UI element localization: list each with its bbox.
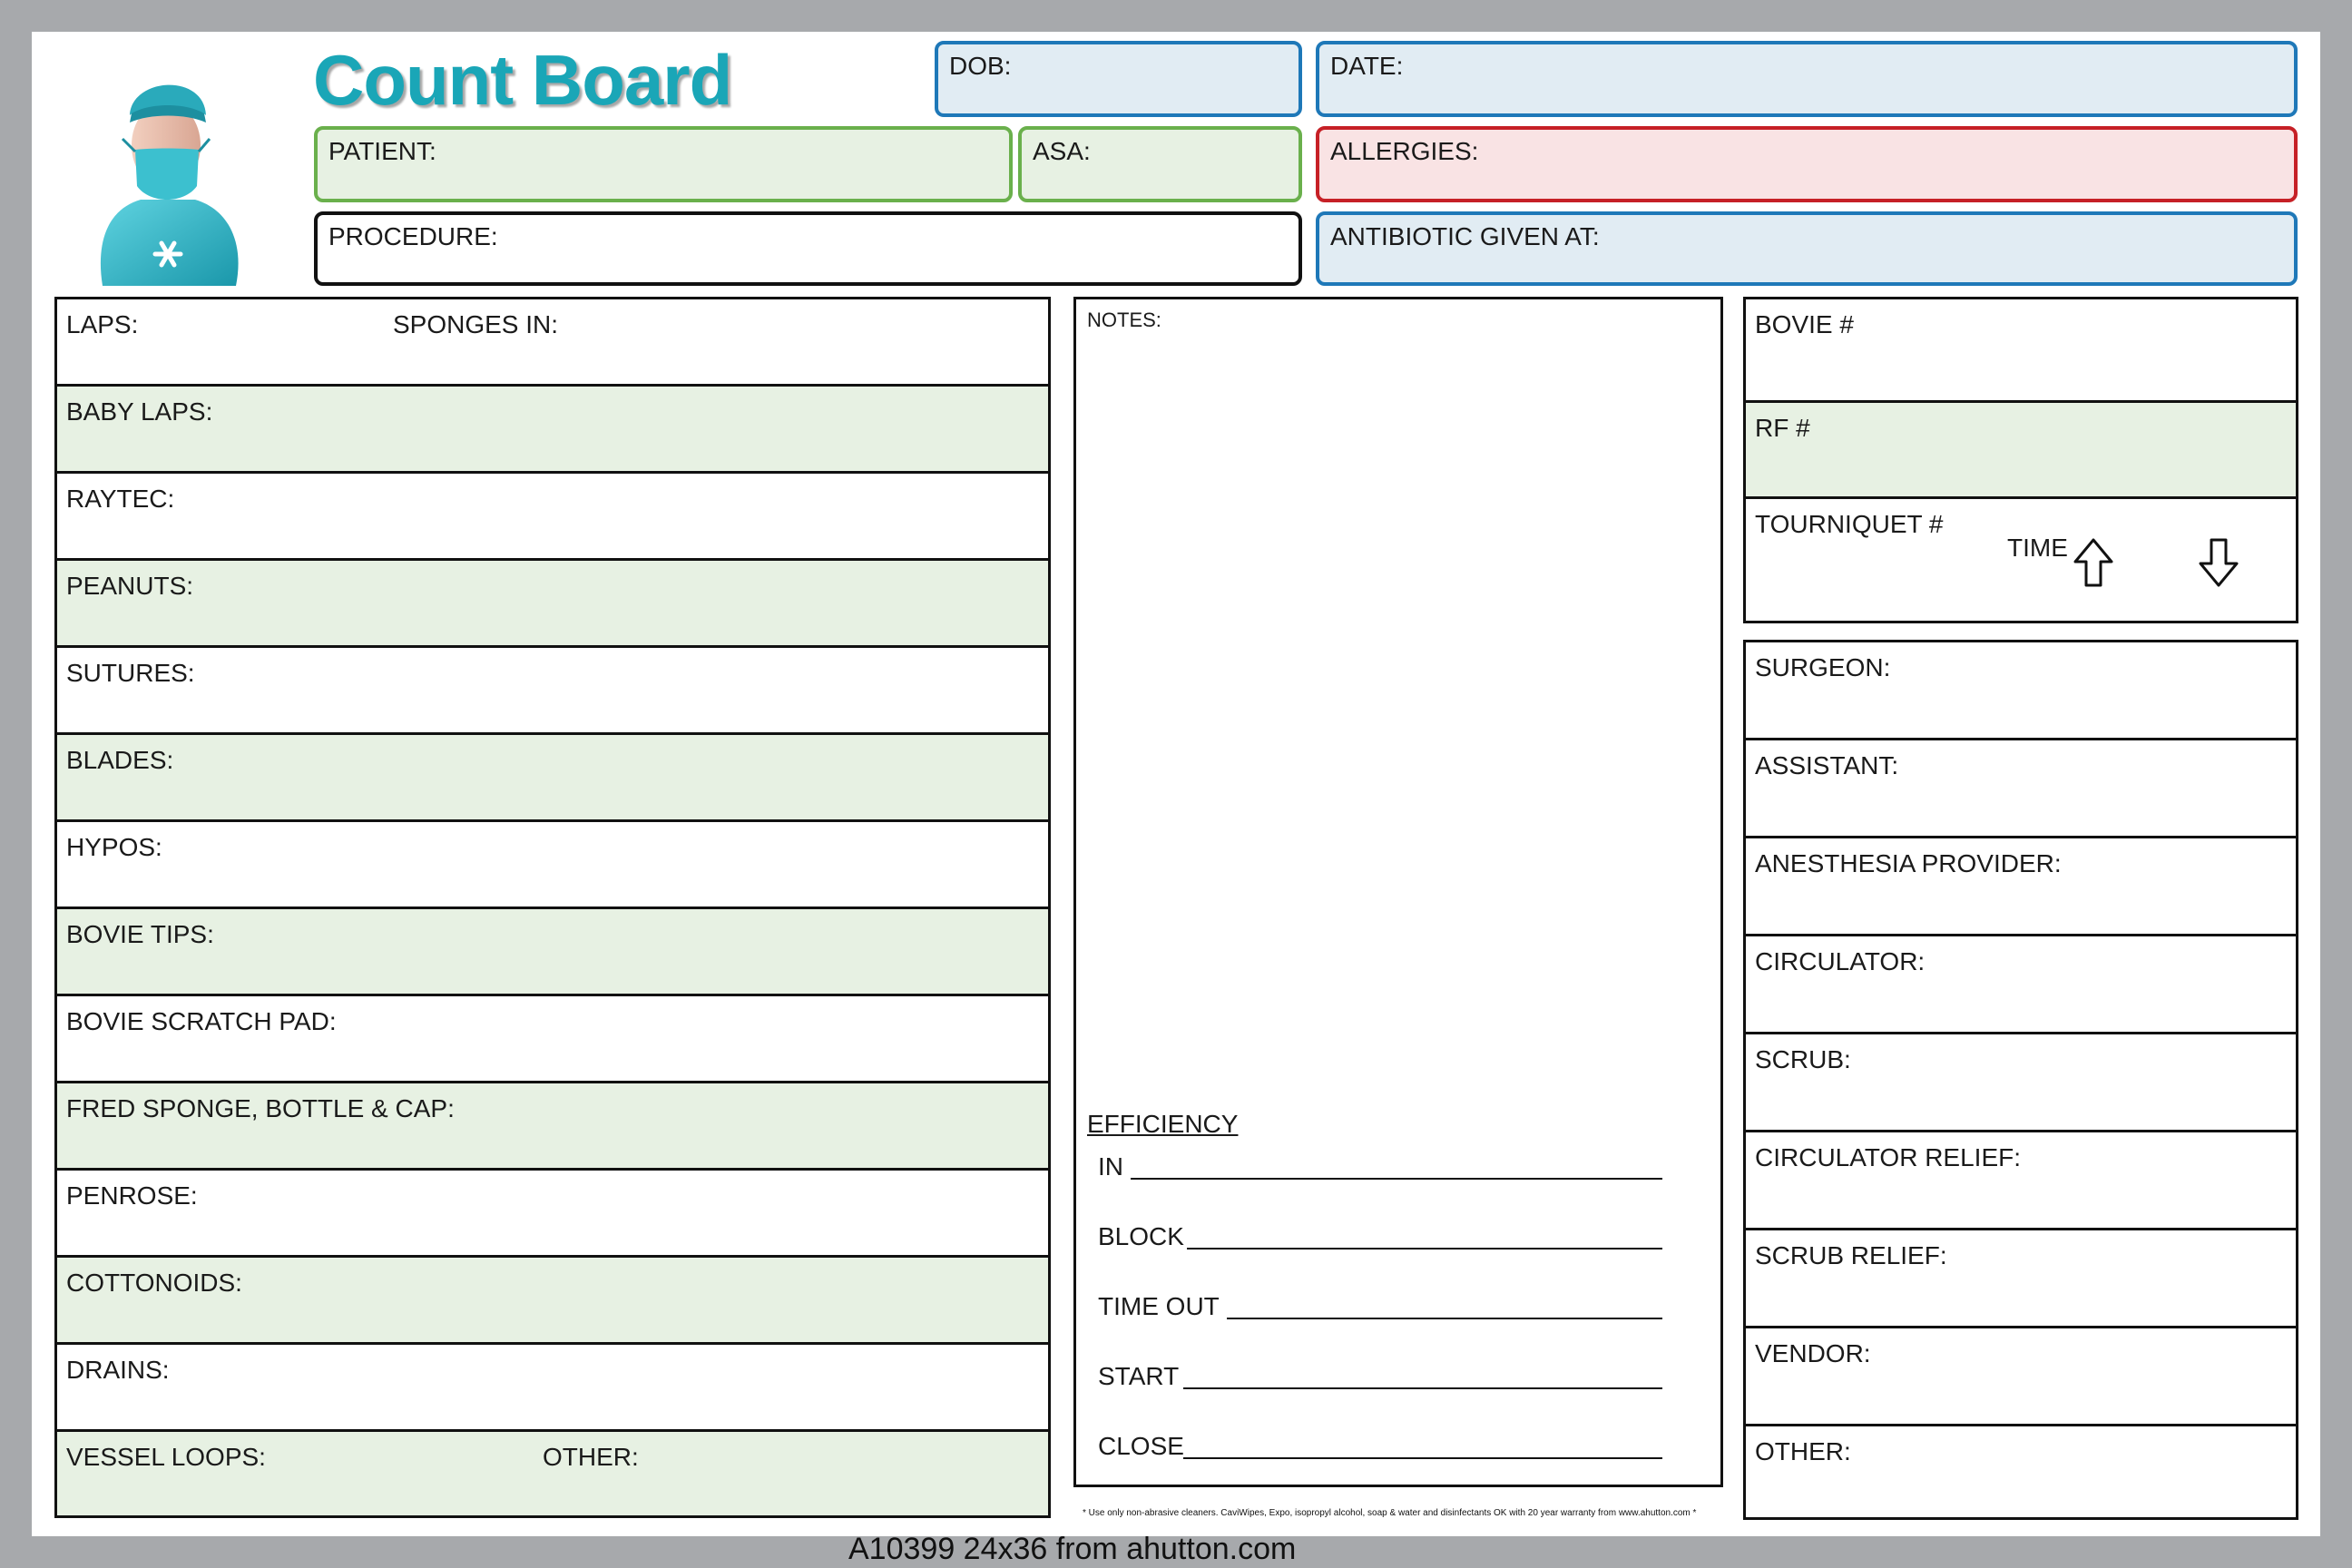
efficiency-close-label: CLOSE bbox=[1098, 1432, 1184, 1460]
tourniquet-row[interactable]: TOURNIQUET # TIME bbox=[1746, 499, 2296, 621]
count-row-blades[interactable]: BLADES: bbox=[57, 735, 1048, 822]
rf-label: RF # bbox=[1755, 414, 1810, 442]
staff-row-circulator-relief[interactable]: CIRCULATOR RELIEF: bbox=[1746, 1132, 2296, 1230]
efficiency-timeout-label: TIME OUT bbox=[1098, 1292, 1220, 1320]
time-label: TIME bbox=[2007, 534, 2068, 562]
efficiency-start-line[interactable] bbox=[1183, 1387, 1662, 1389]
staff-row-scrub[interactable]: SCRUB: bbox=[1746, 1034, 2296, 1132]
arrow-up-icon[interactable] bbox=[2073, 537, 2114, 588]
staff-row-other[interactable]: OTHER: bbox=[1746, 1426, 2296, 1517]
staff-row-circulator[interactable]: CIRCULATOR: bbox=[1746, 936, 2296, 1034]
count-row-sutures[interactable]: SUTURES: bbox=[57, 648, 1048, 735]
procedure-label: PROCEDURE: bbox=[328, 222, 498, 250]
arrow-down-icon[interactable] bbox=[2198, 537, 2239, 588]
count-row-laps[interactable]: LAPS: SPONGES IN: bbox=[57, 299, 1048, 387]
efficiency-in-label: IN bbox=[1098, 1152, 1123, 1181]
dob-field[interactable]: DOB: bbox=[935, 41, 1302, 117]
count-row-drains[interactable]: DRAINS: bbox=[57, 1345, 1048, 1432]
count-row-baby-laps[interactable]: BABY LAPS: bbox=[57, 387, 1048, 474]
bovie-label: BOVIE # bbox=[1755, 310, 1854, 338]
count-row-fred-sponge[interactable]: FRED SPONGE, BOTTLE & CAP: bbox=[57, 1083, 1048, 1171]
staff-row-assistant[interactable]: ASSISTANT: bbox=[1746, 740, 2296, 838]
count-row-hypos[interactable]: HYPOS: bbox=[57, 822, 1048, 909]
efficiency-start-label: START bbox=[1098, 1362, 1180, 1390]
allergies-field[interactable]: ALLERGIES: bbox=[1316, 126, 2298, 202]
surgeon-avatar-icon bbox=[100, 84, 239, 286]
count-row-peanuts[interactable]: PEANUTS: bbox=[57, 561, 1048, 648]
asa-label: ASA: bbox=[1033, 137, 1091, 165]
count-board: Count Board DOB: DATE: PATIENT: ASA: ALL… bbox=[32, 32, 2320, 1536]
efficiency-timeout-line[interactable] bbox=[1227, 1318, 1662, 1319]
bovie-row[interactable]: BOVIE # bbox=[1746, 299, 2296, 403]
patient-label: PATIENT: bbox=[328, 137, 436, 165]
efficiency-heading: EFFICIENCY bbox=[1087, 1110, 1239, 1138]
staff-row-anesthesia[interactable]: ANESTHESIA PROVIDER: bbox=[1746, 838, 2296, 936]
count-row-penrose[interactable]: PENROSE: bbox=[57, 1171, 1048, 1258]
page-title: Count Board bbox=[313, 40, 732, 120]
efficiency-in-line[interactable] bbox=[1131, 1178, 1662, 1180]
count-row-bovie-tips[interactable]: BOVIE TIPS: bbox=[57, 909, 1048, 996]
equipment-box: BOVIE # RF # TOURNIQUET # TIME bbox=[1743, 297, 2298, 623]
sponges-in-label: SPONGES IN: bbox=[393, 310, 559, 338]
dob-label: DOB: bbox=[949, 52, 1012, 80]
count-row-vessel-loops[interactable]: VESSEL LOOPS: OTHER: bbox=[57, 1432, 1048, 1515]
efficiency-block-line[interactable] bbox=[1187, 1248, 1662, 1250]
date-field[interactable]: DATE: bbox=[1316, 41, 2298, 117]
allergies-label: ALLERGIES: bbox=[1330, 137, 1479, 165]
count-row-cottonoids[interactable]: COTTONOIDS: bbox=[57, 1258, 1048, 1345]
notes-area[interactable]: NOTES: EFFICIENCY IN BLOCK TIME OUT STAR… bbox=[1073, 297, 1723, 1487]
footer-text: A10399 24x36 from ahutton.com bbox=[848, 1532, 1297, 1566]
antibiotic-label: ANTIBIOTIC GIVEN AT: bbox=[1330, 222, 1600, 250]
staff-row-scrub-relief[interactable]: SCRUB RELIEF: bbox=[1746, 1230, 2296, 1328]
notes-label: NOTES: bbox=[1087, 309, 1161, 331]
rf-row[interactable]: RF # bbox=[1746, 403, 2296, 499]
patient-field[interactable]: PATIENT: bbox=[314, 126, 1013, 202]
procedure-field[interactable]: PROCEDURE: bbox=[314, 211, 1302, 286]
disclaimer-text: * Use only non-abrasive cleaners. CaviWi… bbox=[1083, 1508, 1697, 1518]
count-row-bovie-scratch-pad[interactable]: BOVIE SCRATCH PAD: bbox=[57, 996, 1048, 1083]
asa-field[interactable]: ASA: bbox=[1018, 126, 1302, 202]
counts-grid: LAPS: SPONGES IN: BABY LAPS: RAYTEC: PEA… bbox=[54, 297, 1051, 1518]
tourniquet-label: TOURNIQUET # bbox=[1755, 510, 1944, 538]
other-label: OTHER: bbox=[543, 1443, 639, 1471]
staff-row-vendor[interactable]: VENDOR: bbox=[1746, 1328, 2296, 1426]
staff-box: SURGEON: ASSISTANT: ANESTHESIA PROVIDER:… bbox=[1743, 640, 2298, 1520]
efficiency-block-label: BLOCK bbox=[1098, 1222, 1184, 1250]
antibiotic-field[interactable]: ANTIBIOTIC GIVEN AT: bbox=[1316, 211, 2298, 286]
date-label: DATE: bbox=[1330, 52, 1404, 80]
efficiency-close-line[interactable] bbox=[1183, 1457, 1662, 1459]
staff-row-surgeon[interactable]: SURGEON: bbox=[1746, 642, 2296, 740]
count-row-raytec[interactable]: RAYTEC: bbox=[57, 474, 1048, 561]
